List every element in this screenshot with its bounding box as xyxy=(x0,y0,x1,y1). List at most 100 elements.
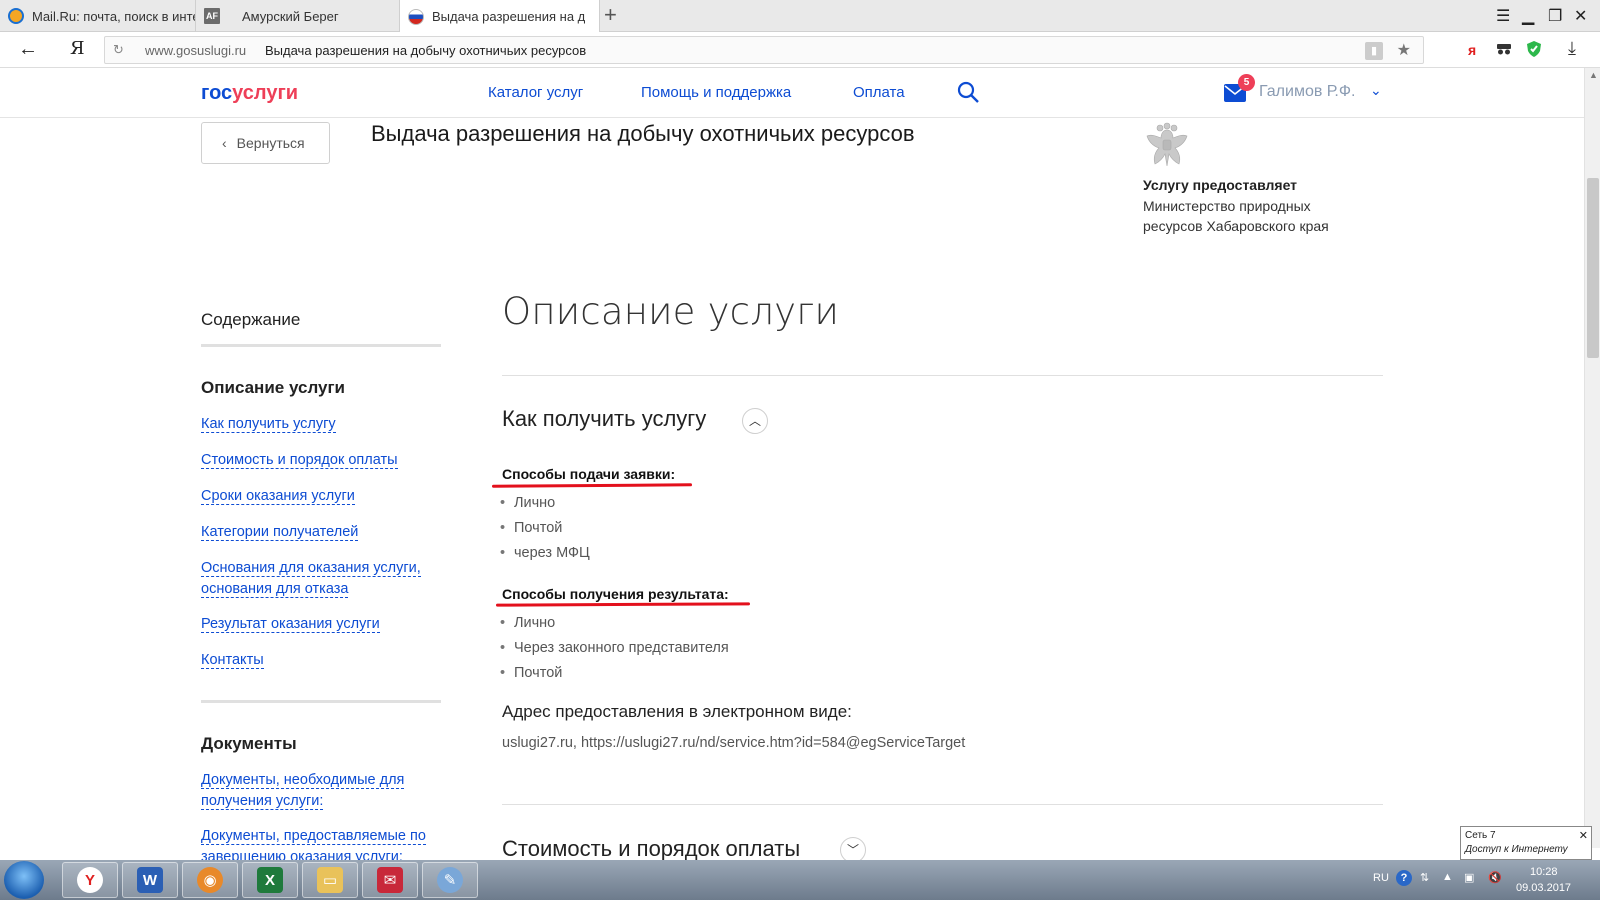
toc-link-categories[interactable]: Категории получателей xyxy=(201,522,441,543)
close-icon[interactable]: ✕ xyxy=(1574,6,1587,26)
network-tooltip: Сеть 7 Доступ к Интернету ✕ xyxy=(1460,826,1592,860)
shield-icon[interactable] xyxy=(1526,40,1542,61)
download-icon[interactable]: ⤓ xyxy=(1568,38,1576,59)
list-item: Почтой xyxy=(500,520,562,536)
taskbar-explorer[interactable]: ▭ xyxy=(302,862,358,898)
toc-divider xyxy=(201,344,441,347)
chevron-down-icon[interactable]: ⌄ xyxy=(1370,82,1382,99)
page-scrollbar[interactable]: ▲ xyxy=(1584,68,1600,848)
toc-title: Содержание xyxy=(201,310,301,329)
clock-date[interactable]: 09.03.2017 xyxy=(1516,882,1571,894)
af-icon: AF xyxy=(204,8,220,24)
toc-section-description: Описание услуги xyxy=(201,378,346,397)
lock-icon[interactable]: ▮ xyxy=(1365,42,1383,60)
site-header: госуслуги Каталог услуг Помощь и поддерж… xyxy=(0,68,1584,118)
minimize-icon[interactable]: ▁ xyxy=(1522,6,1534,26)
mail-count-badge: 5 xyxy=(1238,74,1255,91)
address-bar[interactable]: ↻ www.gosuslugi.ru Выдача разрешения на … xyxy=(104,36,1424,64)
tooltip-line2: Доступ к Интернету xyxy=(1465,844,1568,855)
close-icon[interactable]: ✕ xyxy=(1579,829,1588,843)
yandex-button[interactable]: Я xyxy=(70,38,85,59)
tray-arrows-icon[interactable]: ⇅ xyxy=(1420,871,1429,884)
paint-icon: ✎ xyxy=(437,867,463,893)
incognito-ext-icon[interactable] xyxy=(1496,42,1512,59)
toc-link-cost[interactable]: Стоимость и порядок оплаты xyxy=(201,450,441,471)
red-underline-annotation xyxy=(495,602,751,607)
chevron-up-icon[interactable]: ︿ xyxy=(742,408,768,434)
url-page-title: Выдача разрешения на добычу охотничьих р… xyxy=(265,43,587,58)
back-button[interactable]: ‹ Вернуться xyxy=(201,122,330,164)
list-item: через МФЦ xyxy=(500,545,590,561)
eye-app-icon: ◉ xyxy=(197,867,223,893)
restore-icon[interactable]: ❐ xyxy=(1548,6,1562,26)
url-domain: www.gosuslugi.ru xyxy=(145,43,247,58)
toc-link-grounds[interactable]: Основания для оказания услуги, основания… xyxy=(201,558,441,600)
volume-muted-icon[interactable]: 🔇 xyxy=(1488,871,1502,884)
taskbar-paint[interactable]: ✎ xyxy=(422,862,478,898)
reload-icon[interactable]: ↻ xyxy=(113,42,124,58)
back-button-label: Вернуться xyxy=(236,135,305,151)
browser-tabstrip: Mail.Ru: почта, поиск в инте AF Амурский… xyxy=(0,0,1600,33)
menu-payment[interactable]: Оплата xyxy=(853,84,905,101)
logo-uslugi-text: услуги xyxy=(232,82,299,104)
menu-icon[interactable]: ☰ xyxy=(1496,6,1510,26)
accordion-cost-title[interactable]: Стоимость и порядок оплаты xyxy=(502,836,800,862)
toc-link-terms[interactable]: Сроки оказания услуги xyxy=(201,486,441,507)
tab-gosuslugi[interactable]: Выдача разрешения на д ✕ xyxy=(400,0,600,33)
provider-heading: Услугу предоставляет xyxy=(1143,177,1298,193)
taskbar-yandex-browser[interactable]: Y xyxy=(62,862,118,898)
user-name[interactable]: Галимов Р.Ф. xyxy=(1259,83,1355,101)
scrollbar-thumb[interactable] xyxy=(1587,178,1599,358)
tab-mailru[interactable]: Mail.Ru: почта, поиск в инте xyxy=(0,0,196,32)
excel-icon: X xyxy=(257,867,283,893)
yandex-ext-icon[interactable]: я xyxy=(1468,42,1476,58)
list-item: Почтой xyxy=(500,665,562,681)
toc-link-how-to-get[interactable]: Как получить услугу xyxy=(201,414,441,435)
provider-name: Министерство природных ресурсов Хабаровс… xyxy=(1143,198,1329,234)
mail-app-icon: ✉ xyxy=(377,867,403,893)
tab-title: Амурский Берег xyxy=(242,8,339,24)
scroll-up-arrow-icon[interactable]: ▲ xyxy=(1589,70,1598,80)
toc-link-required-docs[interactable]: Документы, необходимые для получения усл… xyxy=(201,770,441,812)
tooltip-line1: Сеть 7 xyxy=(1465,830,1496,841)
accordion-how-to-get-title[interactable]: Как получить услугу xyxy=(502,406,706,432)
start-button[interactable] xyxy=(4,861,44,899)
folder-icon: ▭ xyxy=(317,867,343,893)
result-methods-heading: Способы получения результата: xyxy=(502,586,729,602)
list-item: Лично xyxy=(500,495,555,511)
tab-close-icon[interactable]: ✕ xyxy=(597,8,599,25)
tray-expand-icon[interactable]: ▲ xyxy=(1442,871,1453,883)
back-arrow-icon[interactable]: ← xyxy=(18,38,38,61)
help-icon[interactable]: ? xyxy=(1396,870,1412,886)
address-heading: Адрес предоставления в электронном виде: xyxy=(502,702,852,721)
search-icon[interactable] xyxy=(956,80,980,104)
toc-link-result[interactable]: Результат оказания услуги xyxy=(201,614,441,635)
toc-divider xyxy=(201,700,441,703)
red-underline-annotation xyxy=(491,483,693,488)
toc-link-contacts[interactable]: Контакты xyxy=(201,650,441,671)
clock-time[interactable]: 10:28 xyxy=(1530,866,1558,878)
bookmark-star-icon[interactable]: ★ xyxy=(1397,40,1411,60)
chevron-left-icon: ‹ xyxy=(222,135,227,151)
language-indicator[interactable]: RU xyxy=(1373,872,1389,884)
gosuslugi-logo[interactable]: госуслуги xyxy=(201,82,298,105)
taskbar-excel[interactable]: X xyxy=(242,862,298,898)
windows-taskbar: Y W ◉ X ▭ ✉ ✎ RU ? ⇅ ▲ ▣ 🔇 10:28 09.03.2… xyxy=(0,860,1600,900)
tab-title: Выдача разрешения на д xyxy=(432,9,586,24)
menu-catalog[interactable]: Каталог услуг xyxy=(488,84,583,101)
menu-help[interactable]: Помощь и поддержка xyxy=(641,84,791,101)
taskbar-word[interactable]: W xyxy=(122,862,178,898)
address-value: uslugi27.ru, https://uslugi27.ru/nd/serv… xyxy=(502,735,966,751)
toc-section-documents: Документы xyxy=(201,734,297,753)
russian-flag-icon xyxy=(408,8,424,25)
taskbar-mail-app[interactable]: ✉ xyxy=(362,862,418,898)
list-item: Через законного представителя xyxy=(500,640,729,656)
network-icon[interactable]: ▣ xyxy=(1464,871,1474,884)
section-heading: Описание услуги xyxy=(502,290,840,333)
submit-methods-heading: Способы подачи заявки: xyxy=(502,466,676,482)
tab-amur-bereg[interactable]: AF Амурский Берег xyxy=(196,0,400,32)
divider xyxy=(502,804,1383,805)
taskbar-eye-app[interactable]: ◉ xyxy=(182,862,238,898)
mailru-icon xyxy=(8,8,24,24)
new-tab-button[interactable]: + xyxy=(604,4,617,26)
